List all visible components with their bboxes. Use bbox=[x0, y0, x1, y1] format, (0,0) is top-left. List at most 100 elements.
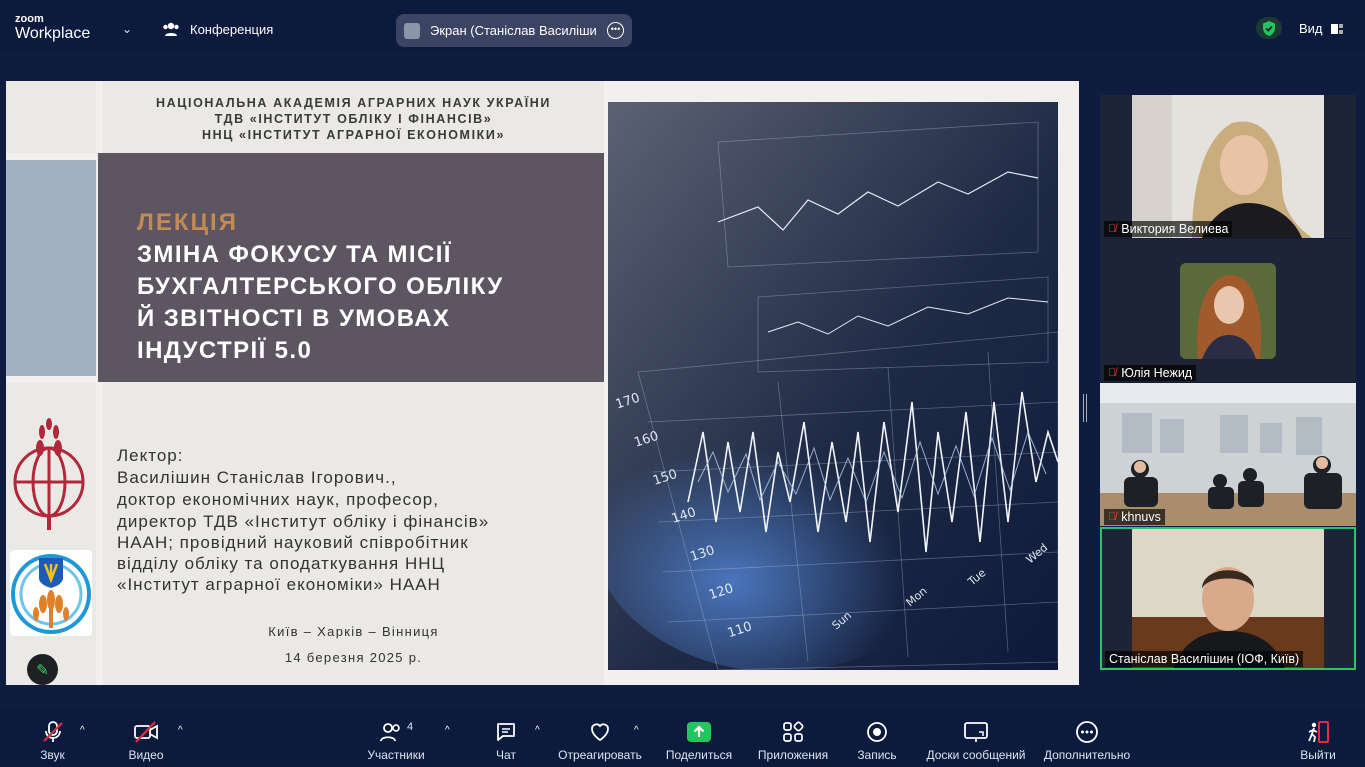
academy-logo-icon bbox=[13, 418, 85, 530]
lecturer-line-3: НААН; провідний науковий співробітник bbox=[117, 533, 469, 552]
participant-video-1 bbox=[1132, 95, 1324, 238]
slide-corner-block bbox=[6, 81, 96, 153]
header-line-1: НАЦІОНАЛЬНА АКАДЕМІЯ АГРАРНИХ НАУК УКРАЇ… bbox=[156, 96, 551, 110]
heart-icon bbox=[591, 723, 609, 742]
shared-screen-pill[interactable]: Экран (Станіслав Василішин (ІО ••• bbox=[396, 14, 632, 47]
audio-label: Звук bbox=[40, 748, 65, 762]
more-button[interactable]: Дополнительно bbox=[1042, 720, 1132, 762]
view-layout-icon bbox=[1330, 23, 1343, 34]
mic-muted-icon: 🎙̸ bbox=[1108, 223, 1117, 235]
presenter-avatar bbox=[404, 22, 420, 39]
participants-count: 4 bbox=[406, 721, 414, 733]
title-line-1: ЗМІНА ФОКУСУ ТА МІСІЇ bbox=[137, 241, 452, 268]
react-options-caret-icon[interactable]: ^ bbox=[634, 725, 639, 736]
zoom-workplace-logo: zoom Workplace bbox=[15, 14, 90, 42]
participant-video-3 bbox=[1100, 383, 1356, 526]
whiteboards-label: Доски сообщений bbox=[926, 748, 1026, 762]
slide-accent-block bbox=[6, 160, 96, 376]
conference-info-button[interactable]: Конференция bbox=[162, 21, 273, 37]
date-line: 14 березня 2025 р. bbox=[284, 650, 423, 665]
participants-button[interactable]: 4 Участники bbox=[364, 720, 428, 762]
shared-slide: НАЦІОНАЛЬНА АКАДЕМІЯ АГРАРНИХ НАУК УКРАЇ… bbox=[6, 81, 1079, 685]
video-off-icon bbox=[134, 721, 158, 743]
leave-label: Выйти bbox=[1300, 748, 1336, 762]
chat-button[interactable]: Чат bbox=[491, 720, 521, 762]
mic-muted-icon: 🎙̸ bbox=[1108, 511, 1117, 523]
participant-name-badge: 🎙̸ khnuvs bbox=[1104, 509, 1165, 525]
apps-label: Приложения bbox=[757, 748, 829, 762]
leave-exit-icon bbox=[1308, 721, 1329, 743]
more-dots-icon bbox=[1076, 721, 1098, 743]
record-label: Запись bbox=[857, 748, 897, 762]
title-line-3: Й ЗВІТНОСТІ В УМОВАХ bbox=[137, 305, 451, 332]
chat-icon bbox=[497, 723, 515, 741]
participant-photo-2 bbox=[1180, 263, 1276, 359]
participant-tile[interactable]: 🎙̸ Юлія Нежид bbox=[1100, 239, 1356, 382]
react-button[interactable]: Отреагировать bbox=[558, 720, 642, 762]
share-arrow-icon bbox=[687, 722, 711, 742]
participant-name-badge: 🎙̸ Виктория Велиева bbox=[1104, 221, 1233, 237]
header-line-3: ННЦ «ІНСТИТУТ АГРАРНОЇ ЕКОНОМІКИ» bbox=[201, 128, 506, 142]
participant-video-4 bbox=[1132, 529, 1324, 668]
mic-muted-icon bbox=[42, 721, 63, 742]
people-icon bbox=[163, 22, 179, 36]
stock-chart-image: 170 160 150 140 130 120 110 Sun Mon Tue … bbox=[608, 102, 1058, 670]
participant-name: Юлія Нежид bbox=[1121, 366, 1193, 380]
participants-label: Участники bbox=[367, 748, 425, 762]
apps-button[interactable]: Приложения bbox=[756, 720, 830, 762]
annotate-pen-icon[interactable]: ✎ bbox=[27, 654, 58, 685]
video-label: Видео bbox=[128, 748, 164, 762]
cities-line: Київ – Харків – Вінниця bbox=[268, 624, 439, 639]
encryption-shield-icon[interactable] bbox=[1256, 17, 1282, 39]
more-options-icon[interactable]: ••• bbox=[607, 22, 624, 39]
share-button[interactable]: Поделиться bbox=[665, 720, 733, 762]
lecturer-name-line: Василішин Станіслав Ігорович., bbox=[117, 468, 397, 488]
conference-label: Конференция bbox=[190, 21, 274, 37]
leave-button[interactable]: Выйти bbox=[1298, 720, 1338, 762]
logo-column bbox=[6, 382, 96, 685]
whiteboard-icon bbox=[964, 722, 988, 742]
participant-tile[interactable]: 🎙̸ khnuvs bbox=[1100, 383, 1356, 526]
view-label: Вид bbox=[1299, 21, 1323, 36]
shared-screen-label: Экран (Станіслав Василішин (ІО bbox=[430, 23, 597, 38]
lecturer-line-1: доктор економічних наук, професор, bbox=[117, 490, 439, 509]
split-view-drag-handle[interactable] bbox=[1083, 394, 1087, 422]
participant-name: Виктория Велиева bbox=[1121, 222, 1229, 236]
participant-name-badge: 🎙̸ Юлія Нежид bbox=[1104, 365, 1197, 381]
participants-options-caret-icon[interactable]: ^ bbox=[445, 725, 450, 736]
slide-header: НАЦІОНАЛЬНА АКАДЕМІЯ АГРАРНИХ НАУК УКРАЇ… bbox=[103, 81, 604, 153]
lecturer-name-suffix: , bbox=[390, 468, 397, 487]
audio-options-caret-icon[interactable]: ^ bbox=[80, 725, 85, 736]
whiteboards-button[interactable]: Доски сообщений bbox=[924, 720, 1028, 762]
view-button[interactable]: Вид bbox=[1299, 21, 1343, 36]
audio-button[interactable]: Звук bbox=[30, 720, 75, 762]
participant-tile-active-speaker[interactable]: Станіслав Василішин (ІОФ, Київ) bbox=[1100, 527, 1356, 670]
share-label: Поделиться bbox=[665, 748, 733, 762]
lecturer-label: Лектор: bbox=[117, 446, 184, 465]
record-button[interactable]: Запись bbox=[856, 720, 898, 762]
lecturer-line-4: відділу обліку та оподаткування ННЦ bbox=[117, 554, 446, 573]
meeting-toolbar: Звук ^ Видео ^ 4 Участники ^ Чат ^ Отреа… bbox=[0, 707, 1365, 767]
lecturer-name: Василішин Станіслав Ігорович. bbox=[117, 468, 391, 487]
record-icon bbox=[867, 722, 887, 742]
lecturer-line-2: директор ТДВ «Інститут обліку і фінансів… bbox=[117, 512, 490, 531]
video-button[interactable]: Видео bbox=[125, 720, 167, 762]
top-bar: zoom Workplace ⌄ Конференция Экран (Стан… bbox=[0, 0, 1365, 52]
lecture-label: ЛЕКЦІЯ bbox=[137, 209, 238, 236]
chat-options-caret-icon[interactable]: ^ bbox=[535, 725, 540, 736]
lecturer-line-5: «Інститут аграрної економіки» НААН bbox=[117, 575, 441, 594]
participant-name: khnuvs bbox=[1121, 510, 1161, 524]
chevron-down-icon[interactable]: ⌄ bbox=[122, 22, 132, 36]
participant-tile[interactable]: 🎙̸ Виктория Велиева bbox=[1100, 95, 1356, 238]
chat-label: Чат bbox=[496, 748, 516, 762]
title-line-4: ІНДУСТРІЇ 5.0 bbox=[137, 337, 313, 364]
participant-name: Станіслав Василішин (ІОФ, Київ) bbox=[1109, 652, 1300, 666]
react-label: Отреагировать bbox=[558, 748, 642, 762]
video-options-caret-icon[interactable]: ^ bbox=[178, 725, 183, 736]
institute-logo bbox=[10, 550, 92, 636]
header-line-2: ТДВ «ІНСТИТУТ ОБЛІКУ І ФІНАНСІВ» bbox=[214, 112, 493, 126]
title-line-2: БУХГАЛТЕРСЬКОГО ОБЛІКУ bbox=[137, 273, 504, 300]
apps-icon bbox=[783, 721, 804, 742]
more-label: Дополнительно bbox=[1043, 748, 1131, 762]
participant-name-badge: Станіслав Василішин (ІОФ, Київ) bbox=[1105, 651, 1304, 667]
